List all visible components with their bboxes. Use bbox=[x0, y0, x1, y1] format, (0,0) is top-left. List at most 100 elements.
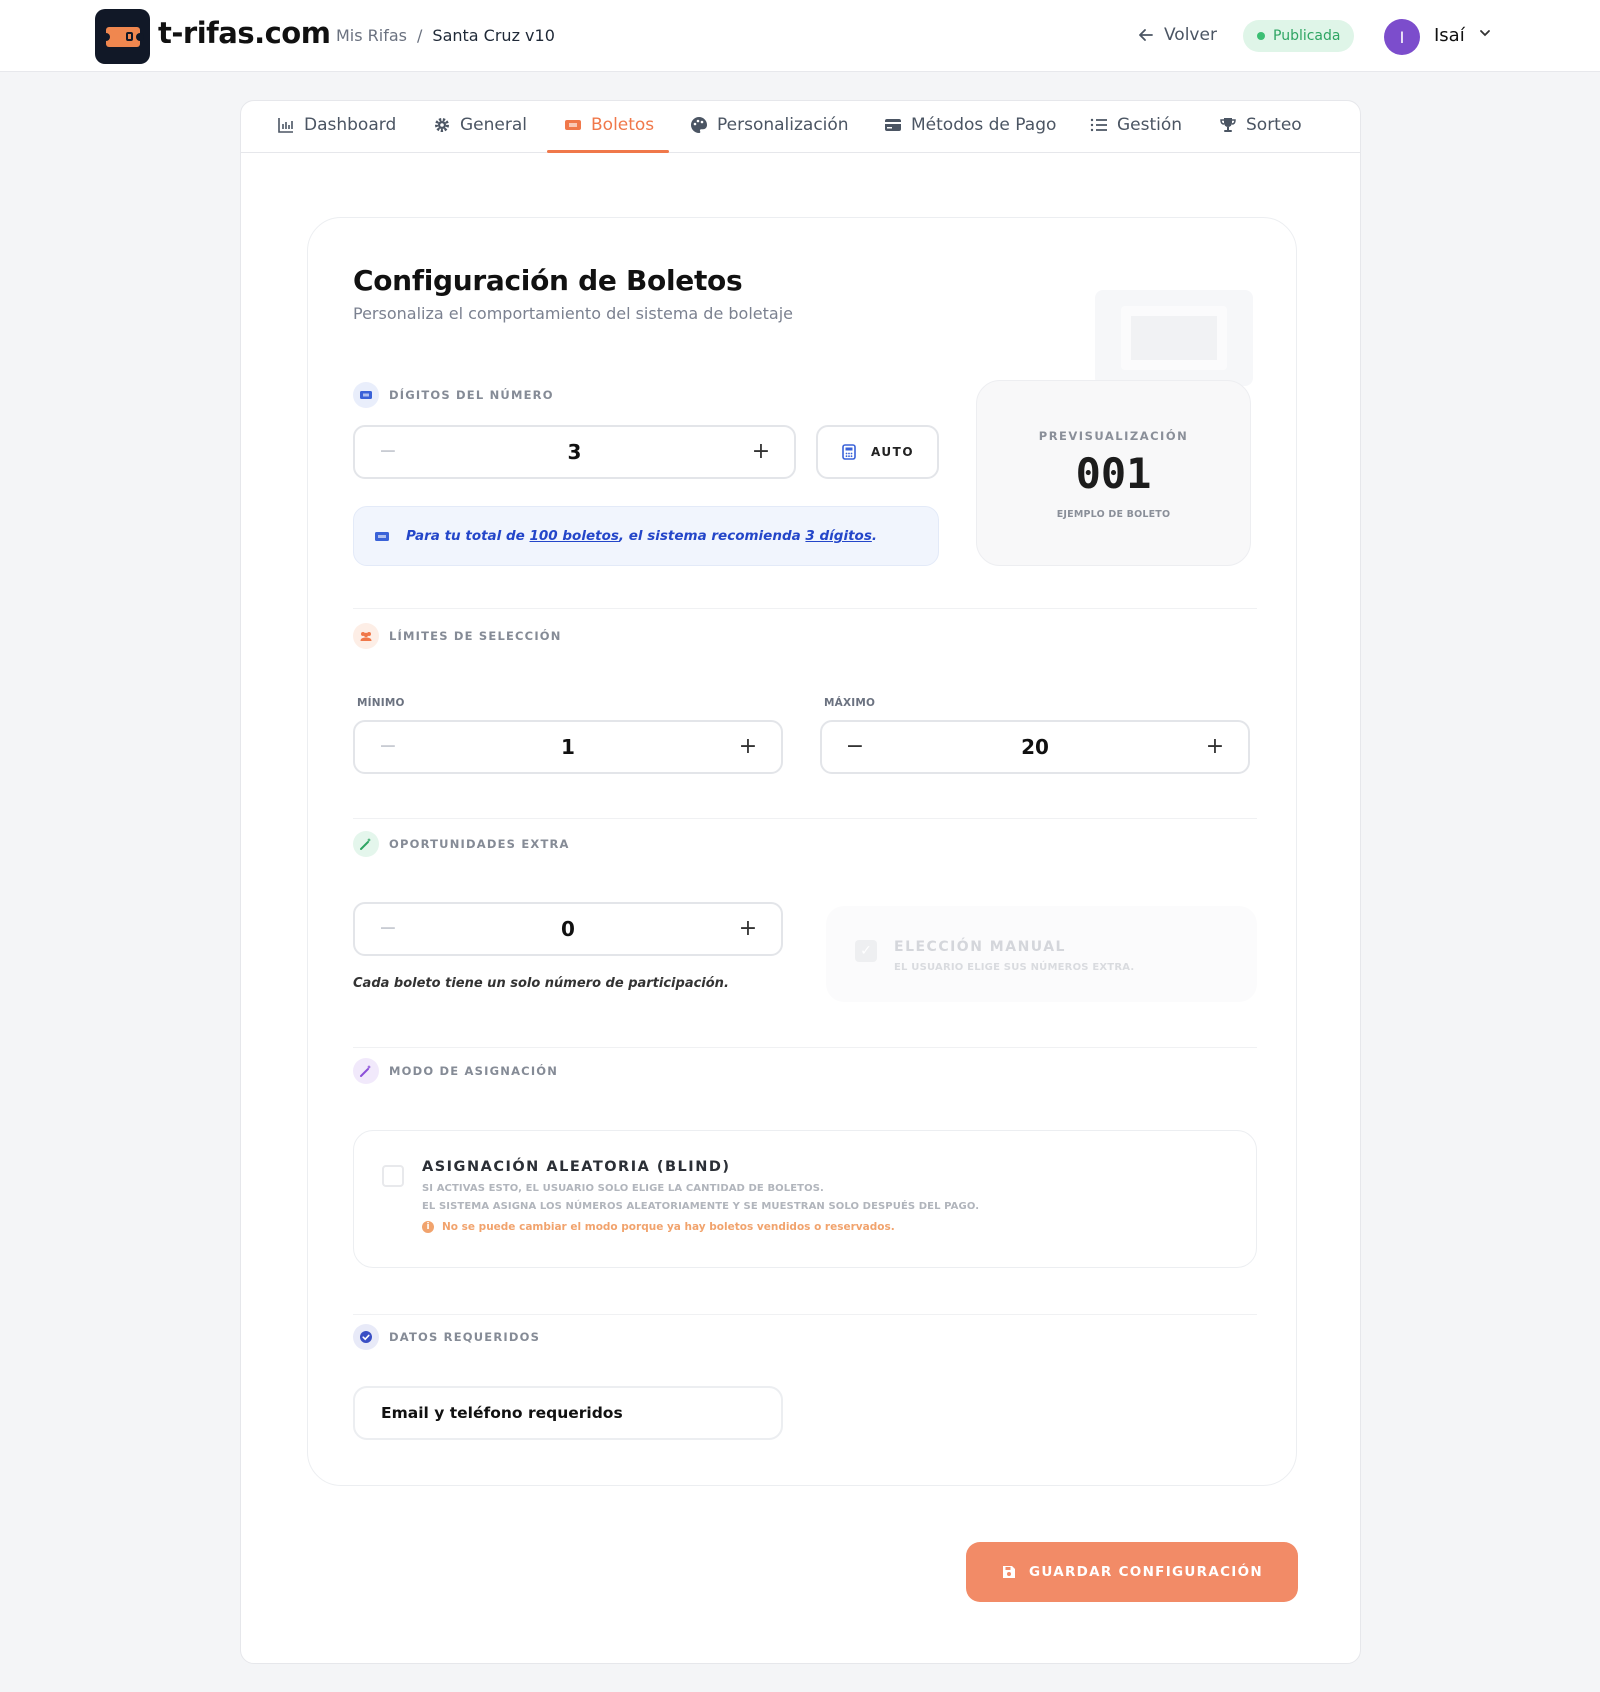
ticket-icon bbox=[353, 382, 379, 408]
user-name[interactable]: Isaí bbox=[1434, 25, 1465, 46]
auto-digits-button[interactable]: AUTO bbox=[816, 425, 939, 479]
digits-value[interactable]: 3 bbox=[568, 440, 582, 464]
settings-panel: Dashboard General Boletos Personalizació… bbox=[240, 100, 1361, 1664]
section-label: DATOS REQUERIDOS bbox=[389, 1330, 541, 1344]
magic-wand-icon bbox=[353, 831, 379, 857]
hint-suffix: . bbox=[871, 528, 878, 544]
breadcrumb-current: Santa Cruz v10 bbox=[432, 26, 555, 45]
save-config-button[interactable]: GUARDAR CONFIGURACIÓN bbox=[966, 1542, 1298, 1602]
max-stepper: − 20 + bbox=[820, 720, 1250, 774]
extra-note: Cada boleto tiene un solo número de part… bbox=[353, 976, 729, 991]
manual-choice-title: ELECCIÓN MANUAL bbox=[894, 939, 1066, 955]
min-value[interactable]: 1 bbox=[561, 735, 575, 759]
tab-label: Métodos de Pago bbox=[911, 115, 1057, 135]
min-increment-button[interactable]: + bbox=[737, 736, 759, 758]
section-extra-heading: OPORTUNIDADES EXTRA bbox=[353, 831, 570, 857]
hint-recommended-digits: 3 dígitos bbox=[805, 528, 872, 544]
section-label: LÍMITES DE SELECCIÓN bbox=[389, 629, 562, 643]
active-tab-indicator bbox=[547, 150, 669, 153]
tab-label: Gestión bbox=[1117, 115, 1183, 135]
blind-assignment-desc: EL SISTEMA ASIGNA LOS NÚMEROS ALEATORIAM… bbox=[422, 1201, 980, 1212]
logo-icon[interactable] bbox=[95, 9, 150, 64]
required-data-select[interactable]: Email y teléfono requeridos bbox=[353, 1386, 783, 1440]
card-icon bbox=[885, 119, 901, 131]
users-icon bbox=[353, 623, 379, 649]
hint-middle: , el sistema recomienda bbox=[618, 528, 806, 544]
section-label: DÍGITOS DEL NÚMERO bbox=[389, 388, 554, 402]
status-badge-label: Publicada bbox=[1273, 28, 1341, 44]
info-icon: i bbox=[422, 1221, 434, 1233]
extra-value[interactable]: 0 bbox=[561, 917, 575, 941]
ticket-icon bbox=[375, 532, 389, 541]
blind-assignment-checkbox[interactable] bbox=[382, 1165, 404, 1187]
magic-wand-icon bbox=[353, 1058, 379, 1084]
tab-general[interactable]: General bbox=[433, 115, 527, 135]
tab-label: General bbox=[460, 115, 527, 135]
tab-dashboard[interactable]: Dashboard bbox=[277, 115, 396, 135]
max-increment-button[interactable]: + bbox=[1204, 736, 1226, 758]
chevron-down-icon[interactable] bbox=[1478, 26, 1492, 44]
ticket-config-card: Configuración de Boletos Personaliza el … bbox=[307, 217, 1297, 1486]
tab-sorteo[interactable]: Sorteo bbox=[1219, 115, 1302, 135]
hint-prefix: Para tu total de bbox=[406, 528, 530, 544]
tab-metodos-pago[interactable]: Métodos de Pago bbox=[884, 115, 1056, 135]
digits-recommendation: Para tu total de 100 boletos, el sistema… bbox=[353, 506, 939, 566]
ticket-preview: PREVISUALIZACIÓN 001 EJEMPLO DE BOLETO bbox=[976, 380, 1251, 566]
breadcrumb-root[interactable]: Mis Rifas bbox=[336, 26, 407, 45]
tab-gestion[interactable]: Gestión bbox=[1090, 115, 1182, 135]
tab-label: Sorteo bbox=[1246, 115, 1302, 135]
chart-icon bbox=[278, 118, 293, 133]
section-limits-heading: LÍMITES DE SELECCIÓN bbox=[353, 623, 562, 649]
tab-label: Dashboard bbox=[304, 115, 397, 135]
preview-caption: EJEMPLO DE BOLETO bbox=[1056, 509, 1171, 520]
preview-label: PREVISUALIZACIÓN bbox=[1038, 429, 1189, 443]
status-badge: Publicada bbox=[1243, 20, 1355, 52]
digits-decrement-button[interactable]: − bbox=[377, 441, 399, 463]
brand-name[interactable]: t-rifas.com bbox=[158, 16, 331, 50]
max-decrement-button[interactable]: − bbox=[844, 736, 866, 758]
extra-decrement-button[interactable]: − bbox=[377, 918, 399, 940]
hint-total-tickets: 100 boletos bbox=[529, 528, 619, 544]
extra-increment-button[interactable]: + bbox=[737, 918, 759, 940]
warning-text: No se puede cambiar el modo porque ya ha… bbox=[442, 1221, 895, 1233]
blind-assignment-title: ASIGNACIÓN ALEATORIA (BLIND) bbox=[422, 1159, 731, 1175]
min-decrement-button[interactable]: − bbox=[377, 736, 399, 758]
divider bbox=[353, 1047, 1257, 1048]
trophy-icon bbox=[1220, 118, 1236, 132]
blind-assignment-desc: SI ACTIVAS ESTO, EL USUARIO SOLO ELIGE L… bbox=[422, 1183, 824, 1194]
min-label: MÍNIMO bbox=[357, 697, 405, 709]
section-digits-heading: DÍGITOS DEL NÚMERO bbox=[353, 382, 554, 408]
max-value[interactable]: 20 bbox=[1021, 735, 1049, 759]
tab-bar: Dashboard General Boletos Personalizació… bbox=[241, 101, 1360, 153]
save-icon bbox=[1002, 1566, 1015, 1578]
tab-boletos[interactable]: Boletos bbox=[564, 115, 654, 135]
top-header: t-rifas.com Mis Rifas / Santa Cruz v10 V… bbox=[0, 0, 1600, 72]
breadcrumb: Mis Rifas / Santa Cruz v10 bbox=[336, 26, 555, 45]
manual-choice-checkbox[interactable]: ✓ bbox=[855, 940, 877, 962]
section-label: MODO DE ASIGNACIÓN bbox=[389, 1064, 559, 1078]
check-circle-icon bbox=[353, 1324, 379, 1350]
preview-number: 001 bbox=[1075, 449, 1152, 498]
divider bbox=[353, 608, 1257, 609]
min-stepper: − 1 + bbox=[353, 720, 783, 774]
back-button[interactable]: Volver bbox=[1138, 25, 1217, 45]
max-label: MÁXIMO bbox=[824, 697, 876, 709]
assignment-warning: i No se puede cambiar el modo porque ya h… bbox=[422, 1221, 895, 1233]
breadcrumb-separator: / bbox=[417, 26, 423, 45]
digits-increment-button[interactable]: + bbox=[750, 441, 772, 463]
avatar[interactable]: I bbox=[1384, 19, 1420, 55]
section-required-heading: DATOS REQUERIDOS bbox=[353, 1324, 540, 1350]
ticket-illustration-icon bbox=[1095, 290, 1253, 386]
digits-stepper: − 3 + bbox=[353, 425, 796, 479]
ticket-icon bbox=[565, 120, 581, 130]
back-label: Volver bbox=[1164, 25, 1217, 45]
manual-choice-option[interactable]: ✓ ELECCIÓN MANUAL EL USUARIO ELIGE SUS N… bbox=[826, 906, 1257, 1002]
recommendation-text: Para tu total de 100 boletos, el sistema… bbox=[406, 528, 877, 544]
calculator-icon bbox=[842, 444, 856, 460]
save-label: GUARDAR CONFIGURACIÓN bbox=[1028, 1564, 1264, 1580]
manual-choice-desc: EL USUARIO ELIGE SUS NÚMEROS EXTRA. bbox=[894, 962, 1135, 973]
tab-personalizacion[interactable]: Personalización bbox=[690, 115, 849, 135]
auto-label: AUTO bbox=[870, 445, 915, 459]
extra-stepper: − 0 + bbox=[353, 902, 783, 956]
gear-icon bbox=[435, 118, 449, 132]
